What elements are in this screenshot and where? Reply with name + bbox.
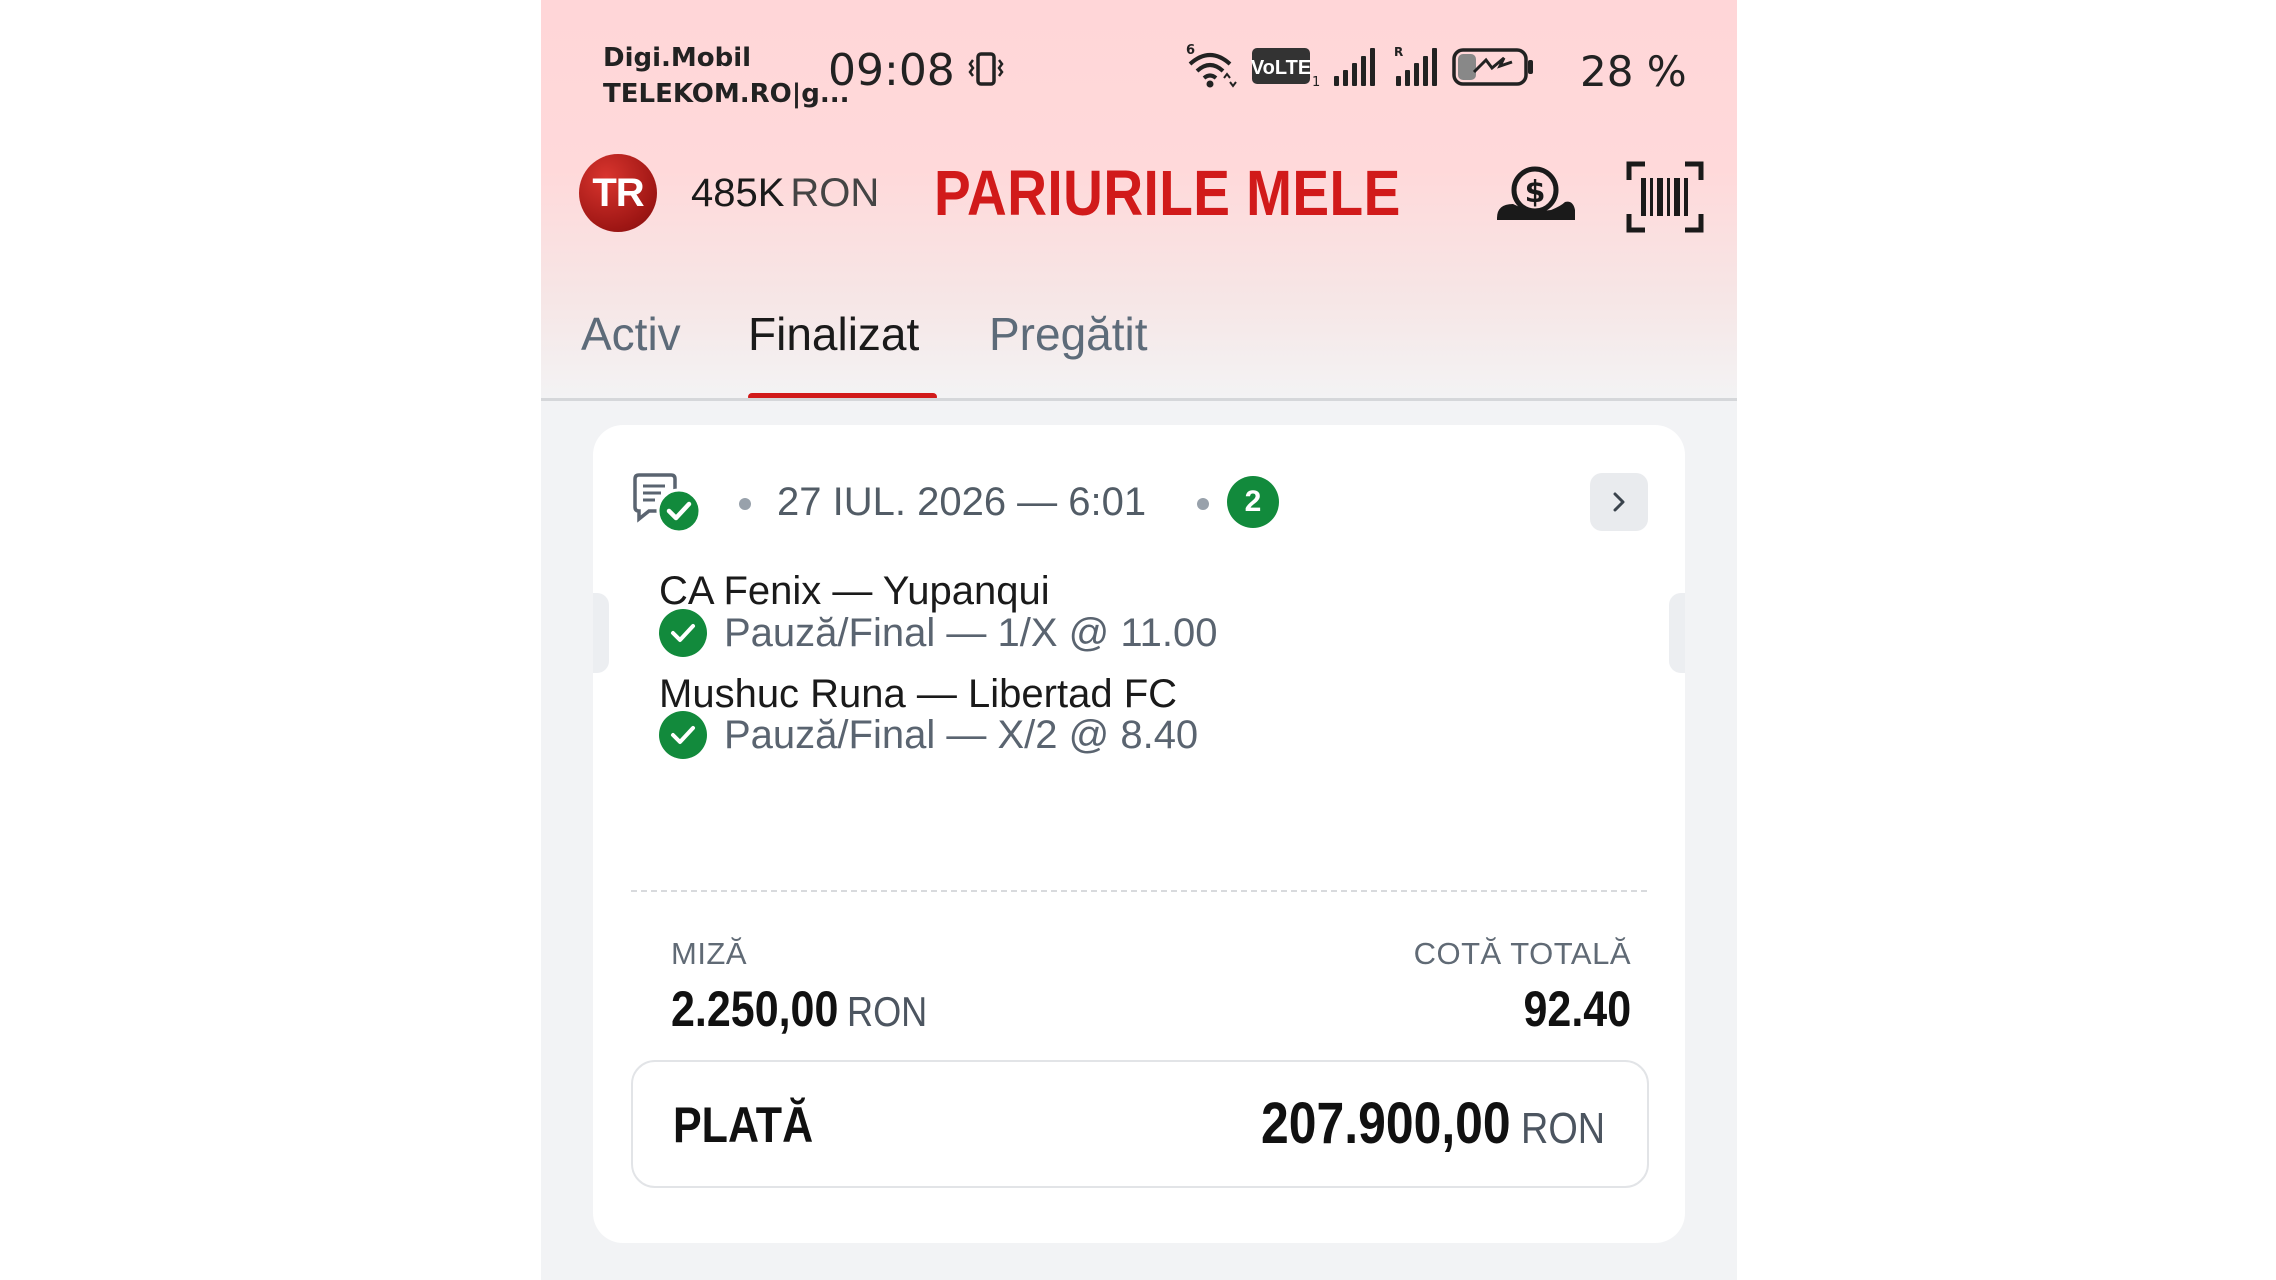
svg-text:R: R	[1394, 45, 1403, 59]
status-time: 09:08	[828, 45, 955, 96]
chevron-right-icon	[1613, 492, 1625, 512]
ticket-notch-left	[593, 593, 609, 673]
balance-amount: 485K	[691, 171, 785, 215]
signal-roaming-icon: R	[1394, 45, 1437, 86]
vibrate-icon	[968, 52, 1004, 90]
balance-currency: RON	[790, 171, 880, 215]
svg-text:$: $	[1525, 175, 1546, 210]
selection-bet-row: Pauză/Final — X/2 @ 8.40	[659, 709, 1198, 761]
status-carriers: Digi.Mobil TELEKOM.RO|g...	[603, 40, 850, 112]
payout-value: 207.900,00	[1260, 1091, 1511, 1156]
separator-dot	[1197, 498, 1209, 510]
total-odds: 92.40	[1523, 980, 1631, 1038]
check-won-icon	[659, 711, 707, 759]
selection-count-badge: 2	[1227, 476, 1279, 528]
stake-label: MIZĂ	[671, 936, 748, 971]
volte-icon: VoLTE 1	[1251, 48, 1320, 90]
deposit-button[interactable]: $	[1491, 160, 1581, 230]
stake-currency: RON	[846, 988, 928, 1035]
separator-dot	[739, 498, 751, 510]
payout-currency: RON	[1520, 1104, 1605, 1153]
payout-box: PLATĂ 207.900,00 RON	[631, 1060, 1649, 1188]
carrier-name-2: TELEKOM.RO|g...	[603, 79, 850, 109]
stake-amount: 2.250,00 RON	[671, 980, 927, 1038]
dashed-divider	[631, 890, 1647, 892]
payout-label: PLATĂ	[673, 1097, 814, 1153]
tab-pregatit[interactable]: Pregătit	[989, 306, 1148, 362]
money-hand-icon: $	[1497, 166, 1575, 220]
page-title: PARIURILE MELE	[934, 157, 1401, 229]
account-balance[interactable]: 485K RON	[691, 170, 879, 216]
carrier-name-1: Digi.Mobil	[603, 43, 752, 73]
battery-charging-icon	[1452, 48, 1533, 86]
ticket-notch-right	[1669, 593, 1685, 673]
ticket-won-icon	[631, 473, 703, 535]
tab-finalizat[interactable]: Finalizat	[748, 306, 919, 362]
payout-amount: 207.900,00 RON	[1261, 1092, 1605, 1156]
battery-percent: 28 %	[1580, 47, 1687, 96]
scan-ticket-button[interactable]	[1625, 160, 1705, 234]
total-odds-value: 92.40	[1523, 981, 1631, 1037]
selection-bet-row: Pauză/Final — 1/X @ 11.00	[659, 607, 1217, 659]
total-odds-label: COTĂ TOTALĂ	[1413, 936, 1631, 971]
phone-screen: Digi.Mobil TELEKOM.RO|g... 09:08 6 VoLTE	[541, 0, 1737, 1280]
avatar[interactable]: TR	[579, 154, 657, 232]
tabs-divider	[541, 398, 1737, 401]
signal-icon	[1334, 48, 1375, 86]
tab-activ[interactable]: Activ	[581, 306, 681, 362]
check-won-icon	[659, 609, 707, 657]
bet-ticket-card[interactable]: 27 IUL. 2026 — 6:01 2 CA Fenix — Yupanqu…	[593, 425, 1685, 1243]
stake-value: 2.250,00	[671, 981, 839, 1037]
status-icons: 6 VoLTE 1 R	[1186, 42, 1576, 102]
selection-bet: Pauză/Final — X/2 @ 8.40	[724, 713, 1199, 757]
selection-bet: Pauză/Final — 1/X @ 11.00	[724, 611, 1218, 655]
ticket-date: 27 IUL. 2026 — 6:01	[777, 480, 1147, 524]
svg-text:VoLTE: VoLTE	[1251, 57, 1311, 79]
svg-text:1: 1	[1312, 75, 1320, 90]
svg-text:6: 6	[1186, 43, 1195, 58]
wifi-icon: 6	[1186, 43, 1237, 88]
ticket-details-button[interactable]	[1590, 473, 1648, 531]
barcode-scan-icon	[1626, 161, 1704, 233]
